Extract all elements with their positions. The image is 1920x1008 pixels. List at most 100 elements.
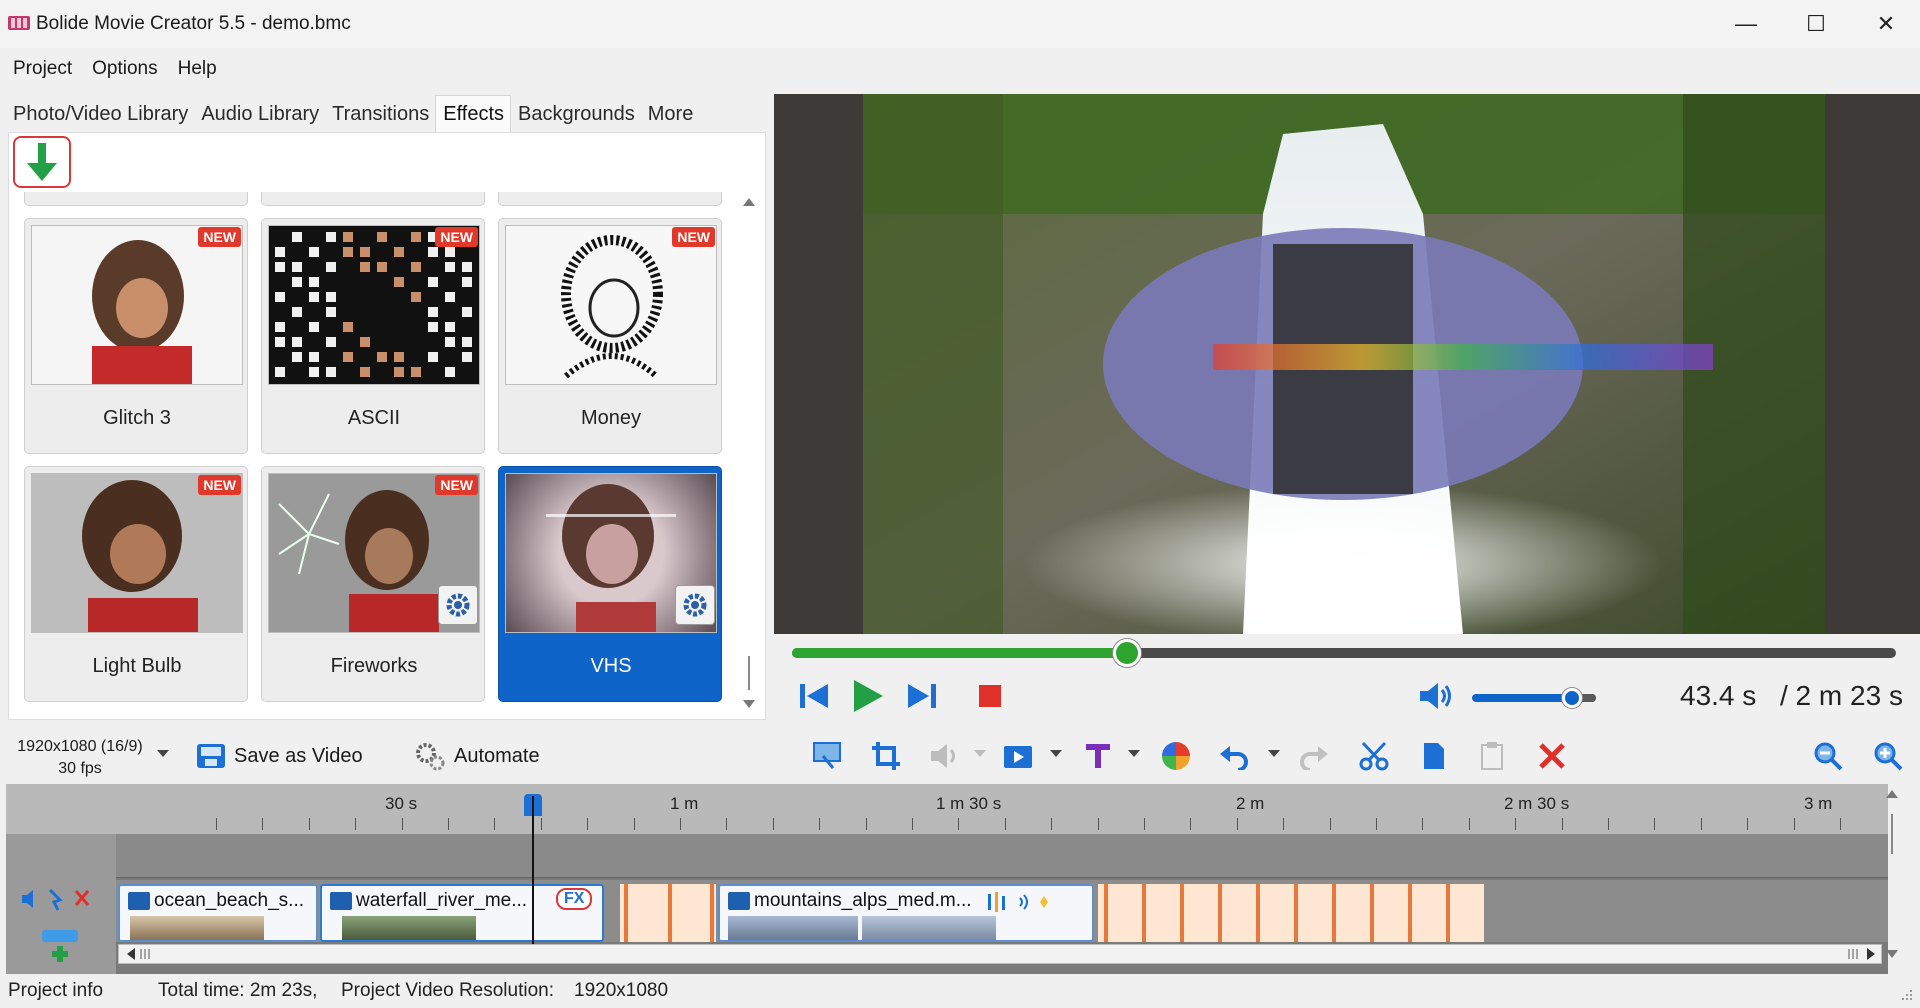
volume-handle[interactable] bbox=[1562, 688, 1582, 708]
ascii-cell bbox=[411, 262, 421, 272]
add-track-icon[interactable] bbox=[40, 928, 80, 964]
ruler-tick bbox=[1190, 818, 1192, 830]
redo-button[interactable] bbox=[1294, 738, 1334, 774]
resolution-selector[interactable]: 1920x1080 (16/9) 30 fps bbox=[15, 736, 145, 780]
new-badge: NEW bbox=[672, 227, 715, 247]
ascii-cell bbox=[275, 322, 285, 332]
copy-button[interactable] bbox=[1414, 738, 1454, 774]
download-arrow-icon bbox=[27, 143, 57, 181]
minimize-button[interactable]: — bbox=[1712, 0, 1780, 48]
ruler-tick bbox=[958, 818, 960, 830]
timeline-clip-mountains-alps[interactable]: mountains_alps_med.m... bbox=[718, 884, 1094, 942]
delete-button[interactable] bbox=[1532, 738, 1572, 774]
video-dropdown-icon[interactable] bbox=[1050, 750, 1062, 757]
timeline: 30 s 1 m 1 m 30 s 2 m 2 m 30 s 3 m ocean… bbox=[6, 784, 1888, 974]
mute-button[interactable] bbox=[1414, 676, 1458, 716]
window-title: Bolide Movie Creator 5.5 - demo.bmc bbox=[36, 13, 351, 34]
tab-transitions[interactable]: Transitions bbox=[325, 96, 435, 134]
menu-help[interactable]: Help bbox=[171, 58, 224, 80]
effect-label: VHS bbox=[590, 655, 632, 677]
text-dropdown-icon[interactable] bbox=[1128, 750, 1140, 757]
effect-label: Glitch 3 bbox=[103, 407, 171, 429]
delete-icon bbox=[1539, 743, 1565, 769]
timeline-horizontal-scrollbar[interactable] bbox=[118, 944, 1882, 964]
tab-effects[interactable]: Effects bbox=[435, 95, 512, 134]
tab-backgrounds[interactable]: Backgrounds bbox=[511, 96, 641, 134]
zoom-in-button[interactable] bbox=[1868, 738, 1908, 774]
track-mute-icon bbox=[22, 890, 33, 908]
menu-options[interactable]: Options bbox=[85, 58, 164, 80]
project-info-link[interactable]: Project info bbox=[8, 980, 103, 1002]
color-adjust-button[interactable] bbox=[1156, 738, 1196, 774]
timeline-clip-waterfall-river[interactable]: waterfall_river_me... FX bbox=[320, 884, 604, 942]
ruler-tick bbox=[1793, 818, 1795, 830]
timeline-clip-ocean-beach[interactable]: ocean_beach_s... bbox=[118, 884, 318, 942]
next-frame-button[interactable] bbox=[900, 676, 944, 716]
undo-button[interactable] bbox=[1214, 738, 1254, 774]
prev-frame-button[interactable] bbox=[792, 676, 836, 716]
playhead bbox=[532, 796, 534, 958]
resize-grip-icon[interactable] bbox=[1900, 988, 1914, 1002]
effect-card-glitch-3[interactable]: NEW Glitch 3 bbox=[24, 218, 248, 454]
timeline-vertical-scrollbar[interactable] bbox=[1882, 784, 1902, 964]
paste-button[interactable] bbox=[1472, 738, 1512, 774]
ascii-cell bbox=[343, 232, 353, 242]
effect-card-money[interactable]: NEW Money bbox=[498, 218, 722, 454]
fx-badge[interactable]: FX bbox=[556, 888, 593, 910]
transition-block[interactable] bbox=[620, 884, 716, 942]
resolution-dropdown-icon[interactable] bbox=[157, 750, 169, 757]
scissors-icon bbox=[1359, 741, 1389, 771]
menu-project[interactable]: Project bbox=[6, 58, 79, 80]
select-tool-button[interactable] bbox=[808, 738, 848, 774]
play-button[interactable] bbox=[846, 676, 890, 716]
add-text-button[interactable] bbox=[1078, 738, 1118, 774]
time-ruler[interactable]: 30 s 1 m 1 m 30 s 2 m 2 m 30 s 3 m bbox=[6, 784, 1888, 834]
editing-toolbar: 1920x1080 (16/9) 30 fps Save as Video Au… bbox=[0, 728, 1920, 784]
ascii-cell bbox=[428, 352, 438, 362]
effect-thumbnail bbox=[31, 473, 243, 633]
effect-card-fireworks[interactable]: NEW Fireworks bbox=[261, 466, 485, 702]
scroll-up-icon bbox=[1886, 790, 1898, 798]
crop-button[interactable] bbox=[866, 738, 906, 774]
tab-audio-library[interactable]: Audio Library bbox=[194, 96, 325, 134]
overlay-track[interactable] bbox=[116, 834, 1888, 878]
effect-card-light-bulb[interactable]: NEW Light Bulb bbox=[24, 466, 248, 702]
tab-more[interactable]: More bbox=[641, 96, 700, 134]
seek-bar[interactable] bbox=[792, 639, 1896, 667]
zoom-out-button[interactable] bbox=[1808, 738, 1848, 774]
ruler-tick bbox=[1376, 818, 1377, 830]
maximize-button[interactable]: ☐ bbox=[1782, 0, 1850, 48]
undo-icon bbox=[1220, 746, 1248, 770]
ascii-cell bbox=[360, 247, 370, 257]
transition-block[interactable] bbox=[1098, 884, 1484, 942]
ascii-cell bbox=[411, 232, 421, 242]
ascii-cell bbox=[326, 262, 336, 272]
ruler-tick bbox=[448, 818, 449, 830]
close-window-button[interactable]: ✕ bbox=[1852, 0, 1920, 48]
ascii-cell bbox=[462, 337, 472, 347]
effect-card-ascii[interactable]: NEW ASCII bbox=[261, 218, 485, 454]
ascii-cell bbox=[275, 247, 285, 257]
tab-photo-video-library[interactable]: Photo/Video Library bbox=[6, 96, 194, 134]
undo-dropdown-icon[interactable] bbox=[1268, 750, 1280, 757]
automate-button[interactable]: Automate bbox=[414, 738, 540, 774]
stop-button[interactable] bbox=[968, 676, 1012, 716]
ruler-tick bbox=[1422, 818, 1424, 830]
seek-handle[interactable] bbox=[1112, 639, 1141, 667]
clip-name: waterfall_river_me... bbox=[356, 890, 528, 911]
ascii-cell bbox=[394, 352, 404, 362]
save-as-video-button[interactable]: Save as Video bbox=[196, 738, 363, 774]
video-effect-button[interactable] bbox=[998, 738, 1038, 774]
library-scrollbar[interactable] bbox=[740, 196, 758, 712]
ascii-cell bbox=[309, 367, 319, 377]
download-effects-button[interactable] bbox=[13, 136, 71, 188]
audio-dropdown-icon[interactable] bbox=[974, 750, 986, 757]
audio-volume-button[interactable] bbox=[924, 738, 964, 774]
effect-card-vhs[interactable]: VHS bbox=[498, 466, 722, 702]
effect-settings-button[interactable] bbox=[438, 585, 478, 625]
effect-settings-button[interactable] bbox=[675, 585, 715, 625]
cut-button[interactable] bbox=[1354, 738, 1394, 774]
track-control-icons bbox=[22, 888, 90, 911]
scroll-thumb bbox=[748, 656, 750, 690]
ascii-cell bbox=[292, 262, 302, 272]
